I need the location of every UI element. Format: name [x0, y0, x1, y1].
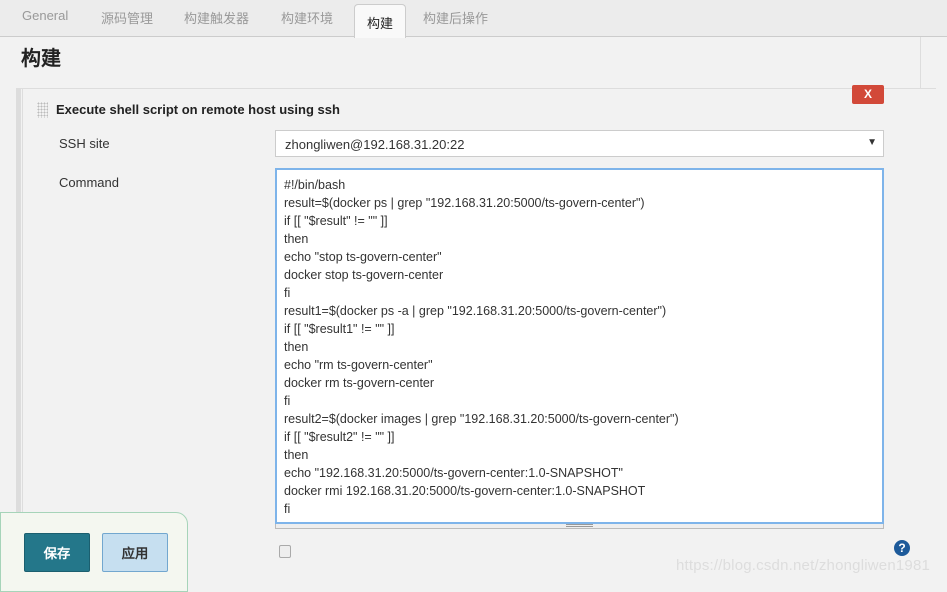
tab-build-env[interactable]: 构建环境	[281, 8, 333, 27]
delete-step-button[interactable]: X	[852, 85, 884, 104]
watermark: https://blog.csdn.net/zhongliwen1981	[676, 557, 931, 574]
tab-bar: General 源码管理 构建触发器 构建环境 构建 构建后操作	[0, 0, 947, 38]
step-title: Execute shell script on remote host usin…	[56, 102, 340, 117]
option-checkbox[interactable]	[279, 545, 291, 558]
save-button[interactable]: 保存	[24, 533, 90, 572]
ssh-site-select[interactable]: zhongliwen@192.168.31.20:22 ▼	[275, 130, 884, 157]
tab-scm[interactable]: 源码管理	[101, 8, 153, 27]
chevron-down-icon: ▼	[867, 137, 877, 148]
tab-post-build[interactable]: 构建后操作	[423, 8, 488, 27]
command-textarea[interactable]: #!/bin/bash result=$(docker ps | grep "1…	[275, 168, 884, 524]
command-label: Command	[59, 175, 119, 190]
resize-handle[interactable]	[275, 524, 884, 529]
tab-triggers[interactable]: 构建触发器	[184, 8, 249, 27]
ssh-site-value: zhongliwen@192.168.31.20:22	[285, 137, 465, 152]
drag-handle-icon[interactable]	[37, 102, 48, 118]
page-title: 构建	[21, 48, 61, 70]
ssh-site-label: SSH site	[59, 136, 110, 151]
apply-button[interactable]: 应用	[102, 533, 168, 572]
tab-build[interactable]: 构建	[354, 4, 407, 38]
help-icon[interactable]: ?	[894, 540, 910, 556]
tab-general[interactable]: General	[22, 8, 68, 23]
